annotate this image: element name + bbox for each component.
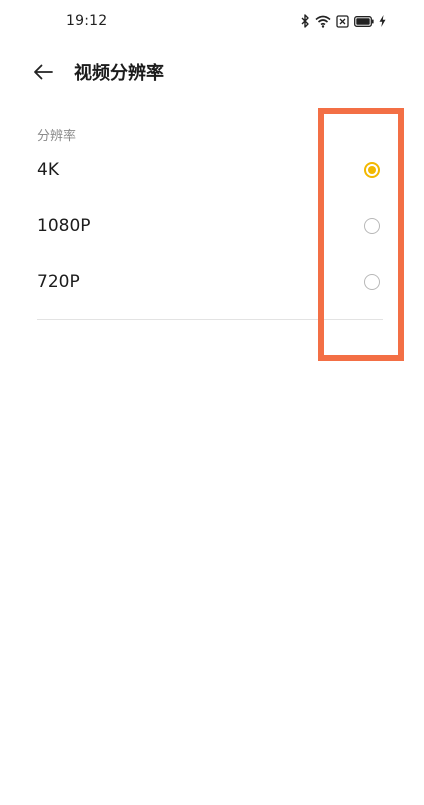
section-label: 分辨率 bbox=[37, 129, 77, 144]
page-title: 视频分辨率 bbox=[74, 63, 164, 84]
battery-icon bbox=[354, 15, 374, 27]
option-label: 1080P bbox=[37, 216, 91, 236]
bluetooth-icon bbox=[301, 14, 310, 28]
sim-close-icon bbox=[336, 14, 349, 28]
divider bbox=[37, 319, 383, 320]
option-4k[interactable]: 4K bbox=[0, 146, 424, 194]
back-arrow-icon bbox=[33, 64, 53, 84]
radio-button[interactable] bbox=[364, 218, 380, 234]
app-bar: 视频分辨率 bbox=[0, 54, 424, 94]
wifi-icon bbox=[315, 15, 331, 28]
radio-button[interactable] bbox=[364, 274, 380, 290]
status-icons bbox=[301, 12, 386, 30]
status-time: 19:12 bbox=[66, 13, 108, 29]
option-label: 720P bbox=[37, 272, 80, 292]
radio-button[interactable] bbox=[364, 162, 380, 178]
charging-icon bbox=[379, 15, 386, 27]
option-label: 4K bbox=[37, 160, 59, 180]
status-bar: 19:12 bbox=[0, 0, 424, 42]
option-720p[interactable]: 720P bbox=[0, 258, 424, 306]
back-button[interactable] bbox=[28, 60, 58, 88]
option-1080p[interactable]: 1080P bbox=[0, 202, 424, 250]
